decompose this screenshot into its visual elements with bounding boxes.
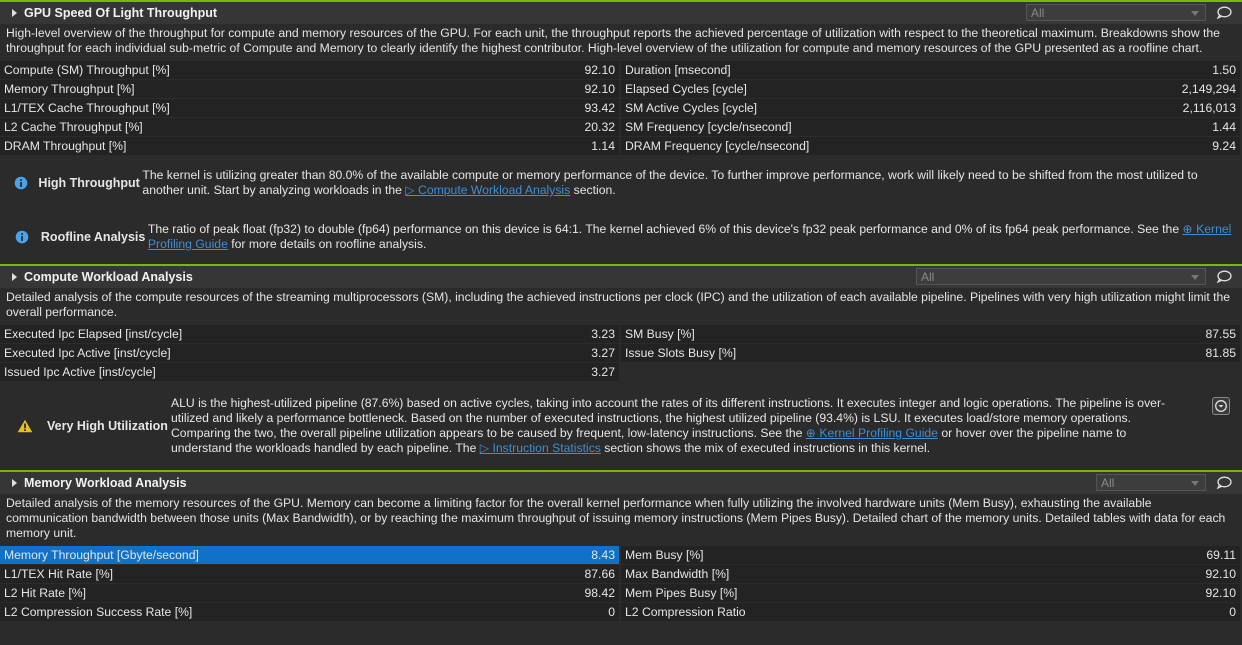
metric-row[interactable]: Memory Throughput [%] 92.10 (0, 80, 619, 98)
mwa-filter-dropdown[interactable]: All (1096, 474, 1206, 491)
expand-triangle-icon[interactable] (12, 273, 17, 281)
rule-very-high-utilization: Very High Utilization ALU is the highest… (0, 382, 1242, 470)
rule-text: The kernel is utilizing greater than 80.… (142, 168, 1198, 197)
metric-row[interactable]: Issue Slots Busy [%] 81.85 (621, 344, 1240, 362)
metric-row[interactable]: Mem Pipes Busy [%] 92.10 (621, 584, 1240, 602)
mwa-description: Detailed analysis of the memory resource… (6, 496, 1226, 540)
metric-row[interactable]: Executed Ipc Elapsed [inst/cycle] 3.23 (0, 325, 619, 343)
metric-row-selected[interactable]: Memory Throughput [Gbyte/second] 8.43 (0, 546, 619, 564)
metric-row[interactable]: L1/TEX Cache Throughput [%] 93.42 (0, 99, 619, 117)
metric-row[interactable]: Executed Ipc Active [inst/cycle] 3.27 (0, 344, 619, 362)
metric-row[interactable]: Elapsed Cycles [cycle] 2,149,294 (621, 80, 1240, 98)
compute-workload-link[interactable]: ▷ Compute Workload Analysis (405, 183, 570, 197)
rule-name: Very High Utilization (47, 419, 168, 433)
section-title: GPU Speed Of Light Throughput (24, 6, 218, 20)
section-title: Memory Workload Analysis (24, 476, 187, 490)
chevron-down-circle-icon (1215, 400, 1227, 412)
kernel-profiling-guide-link[interactable]: ⊕ Kernel Profiling Guide (806, 426, 938, 440)
metric-row[interactable]: DRAM Throughput [%] 1.14 (0, 137, 619, 155)
info-icon (10, 176, 31, 190)
metric-row[interactable]: Duration [msecond] 1.50 (621, 61, 1240, 79)
mwa-header[interactable]: Memory Workload Analysis All (0, 470, 1242, 494)
sol-metrics: Compute (SM) Throughput [%] 92.10 Memory … (0, 61, 1242, 156)
cwa-filter-dropdown[interactable]: All (916, 268, 1206, 285)
metric-row[interactable]: Issued Ipc Active [inst/cycle] 3.27 (0, 363, 619, 381)
metric-row-empty (621, 363, 1240, 381)
expand-rule-button[interactable] (1212, 397, 1230, 415)
metric-row[interactable]: L2 Compression Success Rate [%] 0 (0, 603, 619, 621)
rule-high-throughput: High Throughput The kernel is utilizing … (0, 156, 1242, 210)
rule-name: High Throughput (38, 176, 140, 190)
rule-roofline-analysis: Roofline Analysis The ratio of peak floa… (0, 210, 1242, 264)
cwa-section: Compute Workload Analysis All Detailed a… (0, 264, 1242, 470)
comment-icon[interactable] (1216, 476, 1232, 489)
filter-value: All (1031, 6, 1045, 20)
sol-description: High-level overview of the throughput fo… (6, 26, 1220, 55)
sol-filter-dropdown[interactable]: All (1026, 4, 1206, 21)
sol-header[interactable]: GPU Speed Of Light Throughput All (0, 0, 1242, 24)
metric-row[interactable]: L2 Hit Rate [%] 98.42 (0, 584, 619, 602)
instruction-statistics-link[interactable]: ▷ Instruction Statistics (480, 441, 601, 455)
rule-name: Roofline Analysis (40, 230, 146, 244)
metric-row[interactable]: Compute (SM) Throughput [%] 92.10 (0, 61, 619, 79)
comment-icon[interactable] (1216, 270, 1232, 283)
metric-row[interactable]: SM Busy [%] 87.55 (621, 325, 1240, 343)
cwa-metrics: Executed Ipc Elapsed [inst/cycle] 3.23 Ex… (0, 325, 1242, 382)
chevron-down-icon (1191, 481, 1199, 486)
metric-row[interactable]: L2 Compression Ratio 0 (621, 603, 1240, 621)
metric-row[interactable]: Mem Busy [%] 69.11 (621, 546, 1240, 564)
filter-value: All (1101, 476, 1115, 490)
cwa-header[interactable]: Compute Workload Analysis All (0, 264, 1242, 288)
filter-value: All (921, 270, 935, 284)
info-icon (10, 230, 34, 244)
metric-row[interactable]: L1/TEX Hit Rate [%] 87.66 (0, 565, 619, 583)
comment-icon[interactable] (1216, 6, 1232, 19)
mwa-section: Memory Workload Analysis All Detailed an… (0, 470, 1242, 622)
chevron-down-icon (1191, 275, 1199, 280)
expand-triangle-icon[interactable] (12, 479, 17, 487)
metric-row[interactable]: SM Frequency [cycle/nsecond] 1.44 (621, 118, 1240, 136)
section-title: Compute Workload Analysis (24, 270, 193, 284)
metric-row[interactable]: L2 Cache Throughput [%] 20.32 (0, 118, 619, 136)
metric-row[interactable]: DRAM Frequency [cycle/nsecond] 9.24 (621, 137, 1240, 155)
cwa-description: Detailed analysis of the compute resourc… (6, 290, 1231, 319)
mwa-metrics: Memory Throughput [Gbyte/second] 8.43 L1/… (0, 546, 1242, 622)
rule-text: The ratio of peak float (fp32) to double… (147, 222, 1232, 251)
metric-row[interactable]: Max Bandwidth [%] 92.10 (621, 565, 1240, 583)
rule-text: ALU is the highest-utilized pipeline (87… (171, 396, 1166, 455)
warning-icon (10, 419, 40, 433)
sol-section: GPU Speed Of Light Throughput All High-l… (0, 0, 1242, 264)
metric-row[interactable]: SM Active Cycles [cycle] 2,116,013 (621, 99, 1240, 117)
expand-triangle-icon[interactable] (12, 9, 17, 17)
chevron-down-icon (1191, 11, 1199, 16)
